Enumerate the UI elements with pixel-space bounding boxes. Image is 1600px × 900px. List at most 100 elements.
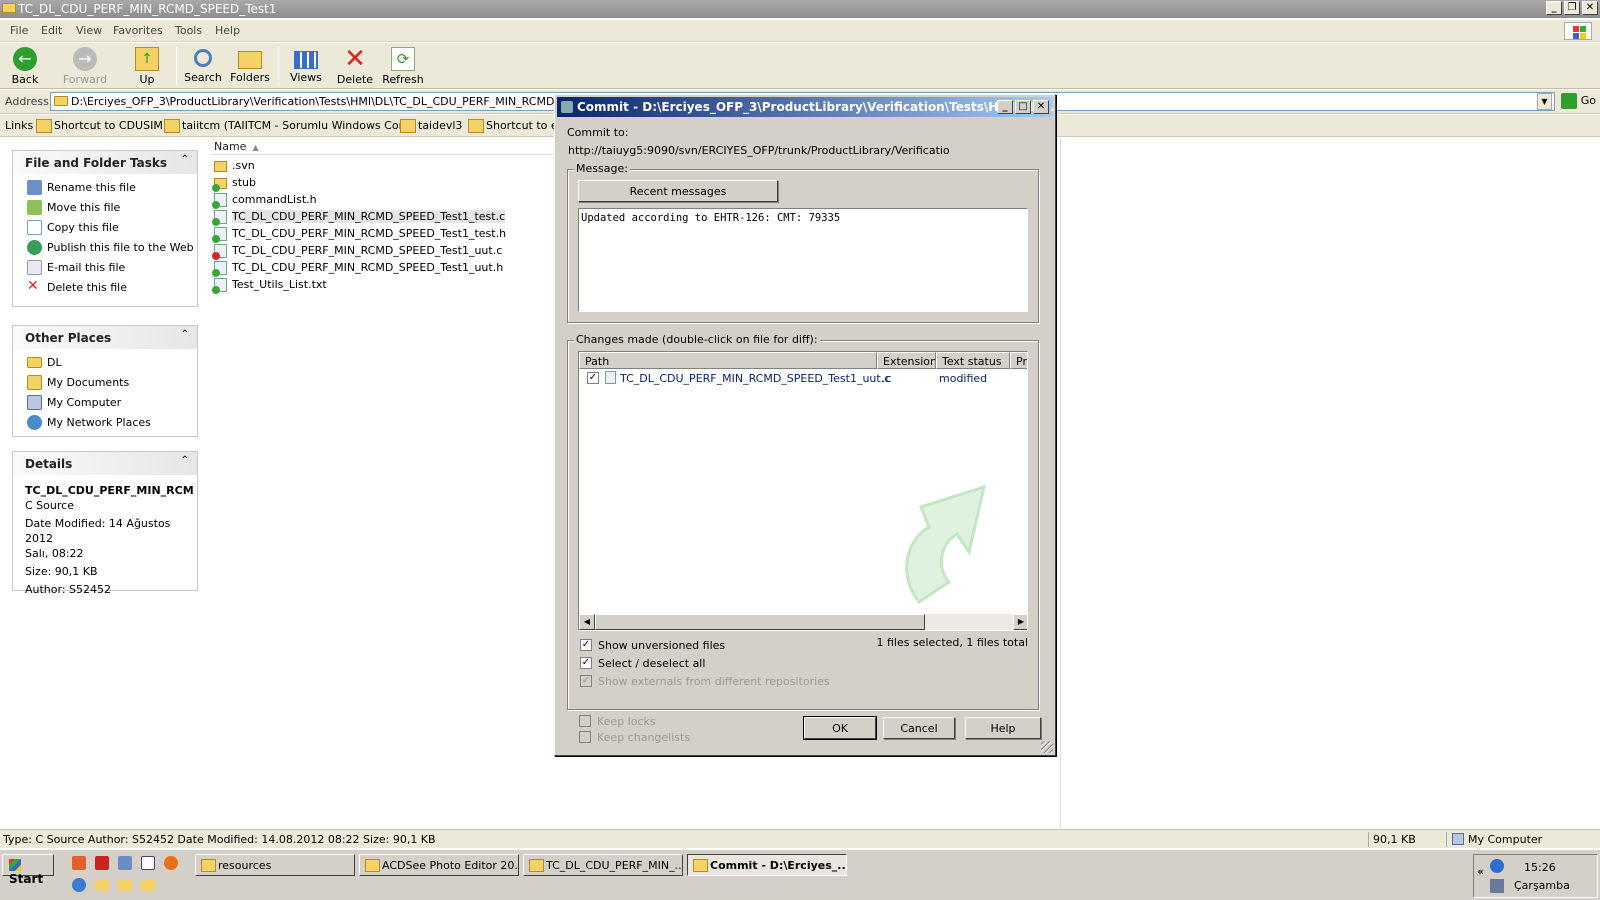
- file-item[interactable]: commandList.h: [212, 192, 317, 209]
- dialog-close-button[interactable]: ✕: [1033, 100, 1049, 114]
- quicklaunch-firefox-icon[interactable]: [164, 856, 178, 870]
- my-computer-icon: [27, 395, 42, 410]
- menu-help[interactable]: Help: [215, 24, 240, 37]
- place-my-network[interactable]: My Network Places: [13, 413, 197, 433]
- show-unversioned-label[interactable]: Show unversioned files: [598, 639, 725, 652]
- ok-button[interactable]: OK: [803, 716, 877, 740]
- change-row[interactable]: ✓ TC_DL_CDU_PERF_MIN_RCMD_SPEED_Test1_uu…: [579, 370, 1027, 387]
- forward-button[interactable]: → Forward: [62, 45, 108, 86]
- task-email[interactable]: E-mail this file: [13, 258, 197, 278]
- dialog-maximize-button[interactable]: □: [1015, 100, 1031, 114]
- task-copy[interactable]: Copy this file: [13, 218, 197, 238]
- link-taiitcm[interactable]: taiitcm (TAIITCM - Sorumlu Windows Core): [164, 119, 414, 133]
- column-properties[interactable]: Pr: [1010, 352, 1027, 369]
- quicklaunch-folder-icon[interactable]: [118, 880, 132, 891]
- changes-horizontal-scrollbar[interactable]: ◀ ▶: [579, 614, 1027, 630]
- go-button[interactable]: Go: [1561, 93, 1596, 109]
- cancel-button[interactable]: Cancel: [883, 717, 955, 739]
- taskbar-task-resources[interactable]: resources: [195, 854, 355, 876]
- menu-file[interactable]: File: [10, 24, 28, 37]
- file-item[interactable]: .svn: [214, 158, 255, 175]
- place-my-computer[interactable]: My Computer: [13, 393, 197, 413]
- restore-button[interactable]: ❐: [1564, 1, 1580, 15]
- menu-tools[interactable]: Tools: [175, 24, 202, 37]
- refresh-button[interactable]: ⟳ Refresh: [380, 45, 426, 86]
- resize-grip-icon[interactable]: [1041, 741, 1053, 753]
- keep-locks-checkbox[interactable]: [579, 715, 591, 727]
- start-button[interactable]: Start: [2, 854, 54, 886]
- minimize-button[interactable]: _: [1546, 1, 1562, 15]
- quicklaunch-app-icon[interactable]: [95, 856, 109, 870]
- other-places-header[interactable]: Other Places ⌃: [13, 326, 197, 349]
- file-folder-tasks-header[interactable]: File and Folder Tasks ⌃: [13, 151, 197, 174]
- up-button[interactable]: ↑ Up: [124, 45, 170, 86]
- file-item[interactable]: stub: [212, 175, 256, 192]
- row-checkbox[interactable]: ✓: [587, 372, 599, 384]
- delete-button[interactable]: ✕ Delete: [332, 45, 378, 86]
- views-button[interactable]: Views: [283, 45, 329, 84]
- menu-edit[interactable]: Edit: [41, 24, 62, 37]
- menu-favorites[interactable]: Favorites: [113, 24, 163, 37]
- scroll-left-icon[interactable]: ◀: [579, 614, 595, 630]
- file-item[interactable]: Test_Utils_List.txt: [212, 277, 327, 294]
- file-item[interactable]: TC_DL_CDU_PERF_MIN_RCMD_SPEED_Test1_test…: [212, 209, 506, 226]
- place-my-documents[interactable]: My Documents: [13, 373, 197, 393]
- back-button[interactable]: ← Back: [2, 45, 48, 86]
- quicklaunch-drive-icon[interactable]: [118, 856, 132, 870]
- task-rename[interactable]: Rename this file: [13, 178, 197, 198]
- taskbar-task-acdsee[interactable]: ACDSee Photo Editor 20...: [359, 854, 519, 876]
- collapse-chevron-icon[interactable]: ⌃: [181, 455, 189, 466]
- commit-message-textarea[interactable]: Updated according to EHTR-126: CMT: 7933…: [578, 208, 1028, 312]
- quicklaunch-folder-icon[interactable]: [95, 880, 109, 891]
- dialog-minimize-button[interactable]: _: [997, 100, 1013, 114]
- collapse-chevron-icon[interactable]: ⌃: [181, 154, 189, 165]
- keep-locks-label[interactable]: Keep locks: [597, 715, 656, 728]
- file-item[interactable]: TC_DL_CDU_PERF_MIN_RCMD_SPEED_Test1_test…: [212, 226, 506, 243]
- task-delete[interactable]: ✕ Delete this file: [13, 278, 197, 298]
- file-item[interactable]: TC_DL_CDU_PERF_MIN_RCMD_SPEED_Test1_uut.…: [212, 243, 502, 260]
- place-dl[interactable]: DL: [13, 353, 197, 373]
- recent-messages-button[interactable]: Recent messages: [578, 180, 778, 202]
- scroll-right-icon[interactable]: ▶: [1013, 614, 1027, 630]
- column-path[interactable]: Path: [579, 352, 877, 369]
- keep-changelists-label[interactable]: Keep changelists: [597, 731, 690, 744]
- commit-dialog-title-bar[interactable]: Commit - D:\Erciyes_OFP_3\ProductLibrary…: [557, 97, 1055, 117]
- folders-button[interactable]: Folders: [227, 45, 273, 84]
- scroll-thumb[interactable]: [595, 614, 925, 630]
- name-column-header[interactable]: Name ▲: [210, 140, 555, 155]
- taskbar-task-explorer[interactable]: TC_DL_CDU_PERF_MIN_...: [523, 854, 683, 876]
- show-unversioned-checkbox[interactable]: ✓: [580, 639, 592, 651]
- show-externals-checkbox[interactable]: ✓: [580, 675, 592, 687]
- select-all-checkbox[interactable]: ✓: [580, 657, 592, 669]
- clock-time[interactable]: 15:26: [1524, 861, 1556, 874]
- changes-list[interactable]: Path Extension Text status Pr ✓ TC_DL_CD…: [578, 351, 1028, 631]
- help-button[interactable]: Help: [965, 717, 1041, 739]
- link-shortcut-er[interactable]: Shortcut to er: [468, 119, 562, 133]
- link-cdusim[interactable]: Shortcut to CDUSIM: [36, 119, 163, 133]
- link-taidevl3[interactable]: taidevl3: [400, 119, 462, 133]
- taskbar-task-commit[interactable]: Commit - D:\Erciyes_...: [687, 854, 847, 876]
- show-externals-label[interactable]: Show externals from different repositori…: [598, 675, 830, 688]
- quicklaunch-acrobat-icon[interactable]: [72, 856, 86, 870]
- quicklaunch-ie-icon[interactable]: [72, 878, 86, 892]
- clock-day[interactable]: Çarşamba: [1514, 879, 1570, 892]
- quicklaunch-folder-icon[interactable]: [141, 880, 155, 891]
- search-button[interactable]: Search: [180, 45, 226, 84]
- close-button[interactable]: ✕: [1582, 1, 1598, 15]
- task-publish[interactable]: Publish this file to the Web: [13, 238, 197, 258]
- collapse-chevron-icon[interactable]: ⌃: [181, 329, 189, 340]
- select-all-label[interactable]: Select / deselect all: [598, 657, 705, 670]
- address-dropdown-button[interactable]: ▼: [1537, 93, 1552, 110]
- quicklaunch-document-icon[interactable]: [141, 856, 155, 870]
- task-move[interactable]: Move this file: [13, 198, 197, 218]
- column-extension[interactable]: Extension: [877, 352, 936, 369]
- column-text-status[interactable]: Text status: [936, 352, 1010, 369]
- keep-changelists-checkbox[interactable]: [579, 731, 591, 743]
- details-header[interactable]: Details ⌃: [13, 452, 197, 475]
- tray-monitor-icon[interactable]: [1490, 879, 1504, 893]
- menu-view[interactable]: View: [76, 24, 102, 37]
- file-item[interactable]: TC_DL_CDU_PERF_MIN_RCMD_SPEED_Test1_uut.…: [212, 260, 503, 277]
- tray-expand-chevron-icon[interactable]: «: [1477, 865, 1484, 878]
- tray-network-icon[interactable]: [1490, 859, 1504, 873]
- explorer-title-bar[interactable]: TC_DL_CDU_PERF_MIN_RCMD_SPEED_Test1 _ ❐ …: [0, 0, 1600, 18]
